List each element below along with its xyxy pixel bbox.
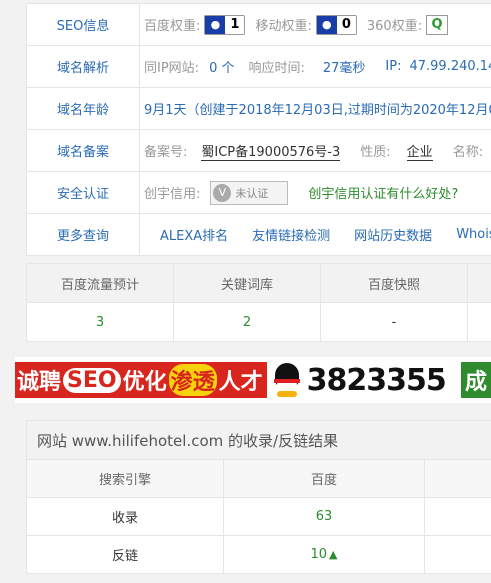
ad-banner[interactable]: 诚聘 SEO 优化 渗透 人才 3823355 成	[15, 357, 491, 403]
response-time-label: 响应时间:	[248, 61, 305, 76]
site-info-panel: SEO信息 百度权重: ● 1 移动权重: ● 0 360权重: Q 域名解析 …	[26, 3, 491, 256]
backlink-cell: 10 ▲	[224, 536, 425, 573]
up-arrow-icon: ▲	[329, 548, 338, 561]
360-logo-icon[interactable]: Q	[426, 14, 449, 35]
icp-nature-label: 性质:	[360, 145, 391, 160]
indexed-count-link[interactable]: 63	[224, 498, 425, 535]
banner-phone: 3823355	[306, 362, 447, 398]
baidu-paw-icon: ●	[205, 15, 226, 34]
unverified-stamp[interactable]: V 未认证	[210, 180, 289, 205]
engine-header: 搜索引擎	[27, 460, 224, 497]
mobile-weight-label: 移动权重:	[255, 19, 312, 34]
stamp-text: 未认证	[235, 186, 269, 200]
more-row: 更多查询 ALEXA排名 友情链接检测 网站历史数据 Whois	[27, 214, 491, 255]
baidu-weight-value: 1	[230, 17, 240, 32]
dns-row: 域名解析 同IP网站: 0 个 响应时间: 27毫秒 IP: 47.99.240…	[27, 46, 491, 88]
banner-text: 优化	[122, 370, 167, 395]
history-data-link[interactable]: 网站历史数据	[354, 225, 432, 244]
result-header-row: 搜索引擎 百度	[27, 460, 491, 498]
baidu-weight-label: 百度权重:	[144, 19, 201, 34]
age-label: 域名年龄	[27, 88, 140, 129]
banner-seo-text: SEO	[63, 367, 121, 393]
360-weight-label: 360权重:	[366, 19, 423, 34]
banner-text: 人才	[218, 370, 263, 395]
banner-text: 诚聘	[17, 370, 62, 395]
stats-header-cell: 百度快照	[321, 264, 468, 302]
mobile-weight-value: 0	[341, 17, 351, 32]
table-row: 反链 10 ▲	[27, 536, 491, 573]
more-label: 更多查询	[27, 214, 140, 255]
index-result-panel: 网站 www.hilifehotel.com 的收录/反链结果 搜索引擎 百度 …	[26, 420, 491, 574]
snapshot-value: -	[321, 303, 468, 341]
banner-text: 渗透	[168, 364, 217, 396]
banner-slogan: 诚聘 SEO 优化 渗透 人才	[15, 362, 267, 398]
icp-nature-value[interactable]: 企业	[406, 141, 433, 161]
same-ip-link[interactable]: 0 个	[209, 57, 234, 76]
row-label: 反链	[27, 536, 224, 573]
icp-number-link[interactable]: 蜀ICP备19000576号-3	[201, 141, 341, 161]
qq-penguin-icon	[271, 363, 303, 397]
seo-label: SEO信息	[27, 4, 140, 45]
stats-table: 百度流量预计 关键词库 百度快照 3 2 -	[26, 263, 491, 342]
baidu-weight-badge[interactable]: ● 1	[204, 14, 246, 35]
icp-row: 域名备案 备案号: 蜀ICP备19000576号-3 性质: 企业 名称:	[27, 130, 491, 172]
age-row: 域名年龄 9月1天（创建于2018年12月03日,过期时间为2020年12月03	[27, 88, 491, 130]
credit-label: 创宇信用:	[144, 187, 201, 202]
whois-link[interactable]: Whois	[456, 227, 491, 242]
alexa-link[interactable]: ALEXA排名	[160, 225, 228, 244]
table-row: 收录 63	[27, 498, 491, 536]
icp-number-label: 备案号:	[144, 145, 188, 160]
result-title: 网站 www.hilifehotel.com 的收录/反链结果	[27, 421, 491, 460]
stats-header-cell: 百度流量预计	[27, 264, 174, 302]
icp-label: 域名备案	[27, 130, 140, 171]
mobile-weight-badge[interactable]: ● 0	[315, 14, 357, 35]
dns-label: 域名解析	[27, 46, 140, 87]
verify-shield-icon: V	[213, 183, 232, 202]
ip-label: IP:	[385, 59, 402, 74]
friend-link-check-link[interactable]: 友情链接检测	[252, 225, 330, 244]
baidu-header: 百度	[224, 460, 425, 497]
same-ip-label: 同IP网站:	[144, 61, 200, 76]
stats-header-cell: 关键词库	[174, 264, 321, 302]
security-row: 安全认证 创宇信用: V 未认证 创宇信用认证有什么好处?	[27, 172, 491, 214]
seo-row: SEO信息 百度权重: ● 1 移动权重: ● 0 360权重: Q	[27, 4, 491, 46]
banner-tail: 成	[461, 362, 491, 398]
security-label: 安全认证	[27, 172, 140, 213]
backlink-count-link[interactable]: 10	[310, 547, 327, 562]
response-time-value: 27毫秒	[322, 61, 366, 76]
row-label: 收录	[27, 498, 224, 535]
stats-header: 百度流量预计 关键词库 百度快照	[27, 264, 491, 303]
ip-link[interactable]: 47.99.240.14	[409, 59, 491, 74]
keyword-count-value[interactable]: 2	[174, 303, 321, 341]
age-value: 9月1天（创建于2018年12月03日,过期时间为2020年12月03	[144, 103, 491, 118]
credit-benefit-link[interactable]: 创宇信用认证有什么好处?	[308, 183, 458, 202]
baidu-paw-icon: ●	[316, 15, 337, 34]
traffic-estimate-value[interactable]: 3	[27, 303, 174, 341]
stats-values: 3 2 -	[27, 303, 491, 341]
icp-name-label: 名称:	[452, 145, 484, 160]
